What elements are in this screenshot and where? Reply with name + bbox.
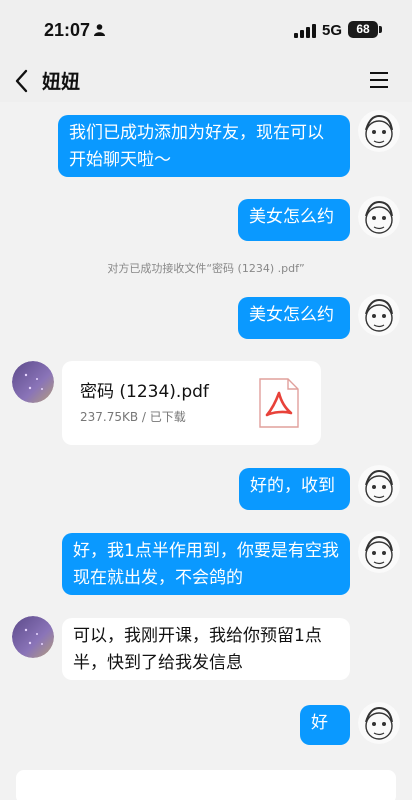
my-avatar[interactable] — [358, 196, 400, 238]
message-input-bar — [0, 758, 412, 800]
file-meta-separator: / — [138, 410, 150, 424]
my-avatar[interactable] — [358, 110, 400, 152]
incoming-message[interactable]: 可以，我刚开课，我给你预留1点半，快到了给我发信息 — [62, 618, 350, 680]
message-text: 可以，我刚开课，我给你预留1点半，快到了给我发信息 — [73, 626, 322, 673]
outgoing-message[interactable]: 美女怎么约 — [238, 297, 350, 339]
file-meta: 237.75KB / 已下载 — [80, 408, 186, 425]
message-text: 好的，收到 — [250, 476, 335, 496]
cellular-signal-icon — [294, 24, 316, 38]
chat-header: 妞妞 — [0, 60, 412, 102]
network-type: 5G — [322, 22, 343, 39]
message-text: 美女怎么约 — [249, 207, 334, 227]
message-input[interactable] — [16, 770, 396, 800]
pdf-file-icon — [259, 378, 299, 428]
hamburger-menu-icon[interactable] — [368, 69, 390, 91]
file-name: 密码 (1234).pdf — [80, 382, 209, 402]
outgoing-message[interactable]: 好的，收到 — [239, 468, 350, 510]
file-download-status: 已下载 — [149, 410, 186, 424]
person-icon — [94, 24, 105, 36]
my-avatar[interactable] — [358, 702, 400, 744]
message-text: 我们已成功添加为好友，现在可以开始聊天啦～ — [69, 123, 324, 170]
message-text: 好 — [311, 713, 328, 733]
contact-avatar[interactable] — [12, 361, 54, 403]
status-bar: 21:07 5G 68 — [0, 0, 412, 60]
back-chevron-icon[interactable] — [12, 66, 34, 96]
message-text: 好，我1点半作用到，你要是有空我现在就出发，不会鸽的 — [73, 541, 339, 588]
outgoing-message[interactable]: 我们已成功添加为好友，现在可以开始聊天啦～ — [58, 115, 350, 177]
status-time: 21:07 — [44, 20, 91, 40]
my-avatar[interactable] — [358, 294, 400, 336]
file-size: 237.75KB — [80, 410, 139, 424]
system-notice: 对方已成功接收文件“密码 (1234) .pdf” — [107, 262, 305, 275]
outgoing-message[interactable]: 好 — [300, 705, 350, 745]
battery-icon: 68 — [348, 21, 382, 38]
outgoing-message[interactable]: 好，我1点半作用到，你要是有空我现在就出发，不会鸽的 — [62, 533, 350, 595]
outgoing-message[interactable]: 美女怎么约 — [238, 199, 350, 241]
my-avatar[interactable] — [358, 531, 400, 573]
message-text: 美女怎么约 — [249, 305, 334, 325]
my-avatar[interactable] — [358, 465, 400, 507]
contact-avatar[interactable] — [12, 616, 54, 658]
file-message-card[interactable]: 密码 (1234).pdf 237.75KB / 已下载 — [62, 361, 321, 445]
chat-title: 妞妞 — [42, 71, 81, 93]
